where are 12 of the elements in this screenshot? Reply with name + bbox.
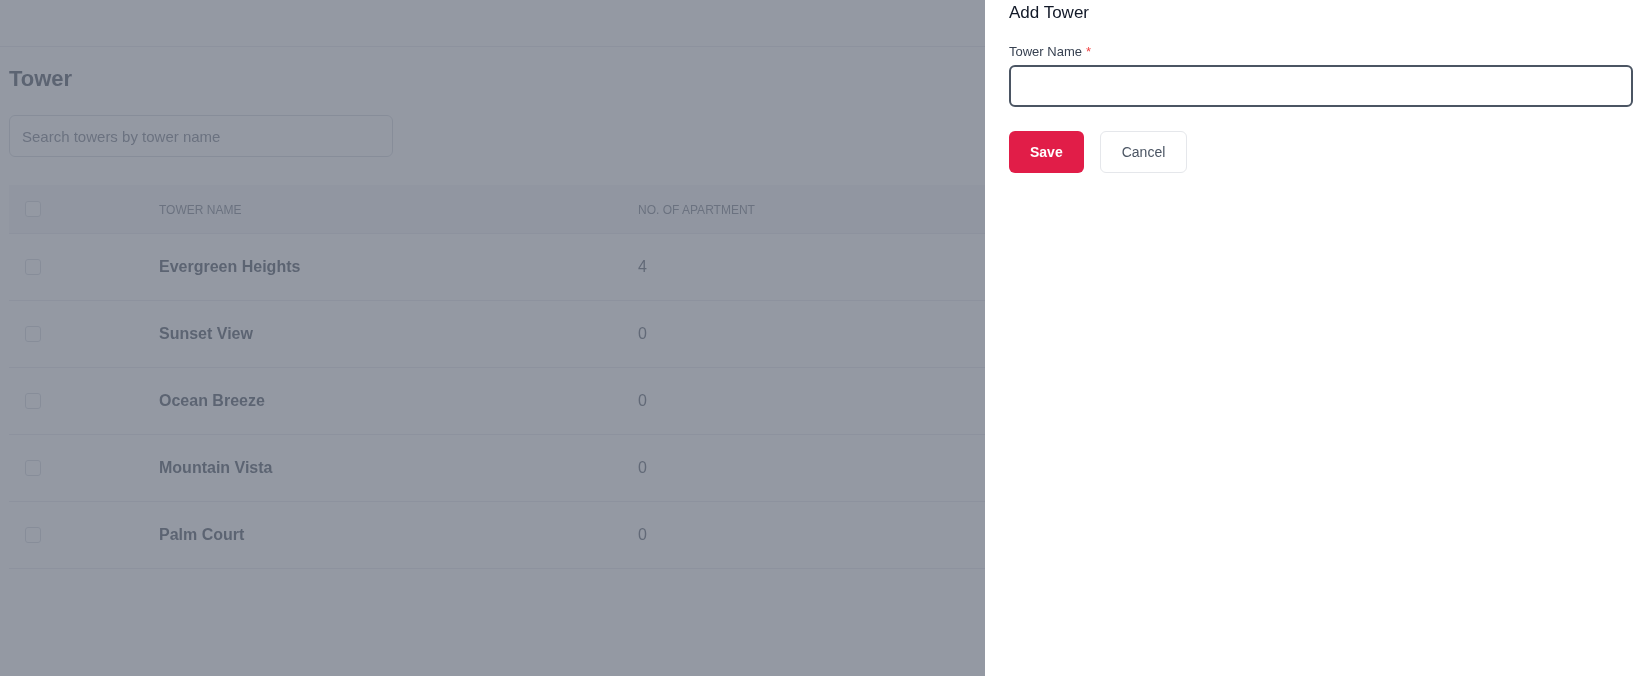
drawer-title: Add Tower (1009, 2, 1090, 24)
tower-name: Ocean Breeze (159, 392, 265, 409)
tower-name: Evergreen Heights (159, 258, 301, 275)
cancel-button[interactable]: Cancel (1099, 131, 1188, 173)
save-button[interactable]: Save (1009, 131, 1084, 173)
tower-name: Palm Court (159, 526, 245, 543)
page-title: Tower (9, 65, 73, 93)
input-field[interactable] (1009, 65, 1633, 107)
required-mark: * (1085, 44, 1092, 59)
field-label: Tower Name (1009, 44, 1082, 59)
tower-name: Mountain Vista (159, 459, 273, 476)
tower-name: Sunset View (159, 325, 253, 342)
